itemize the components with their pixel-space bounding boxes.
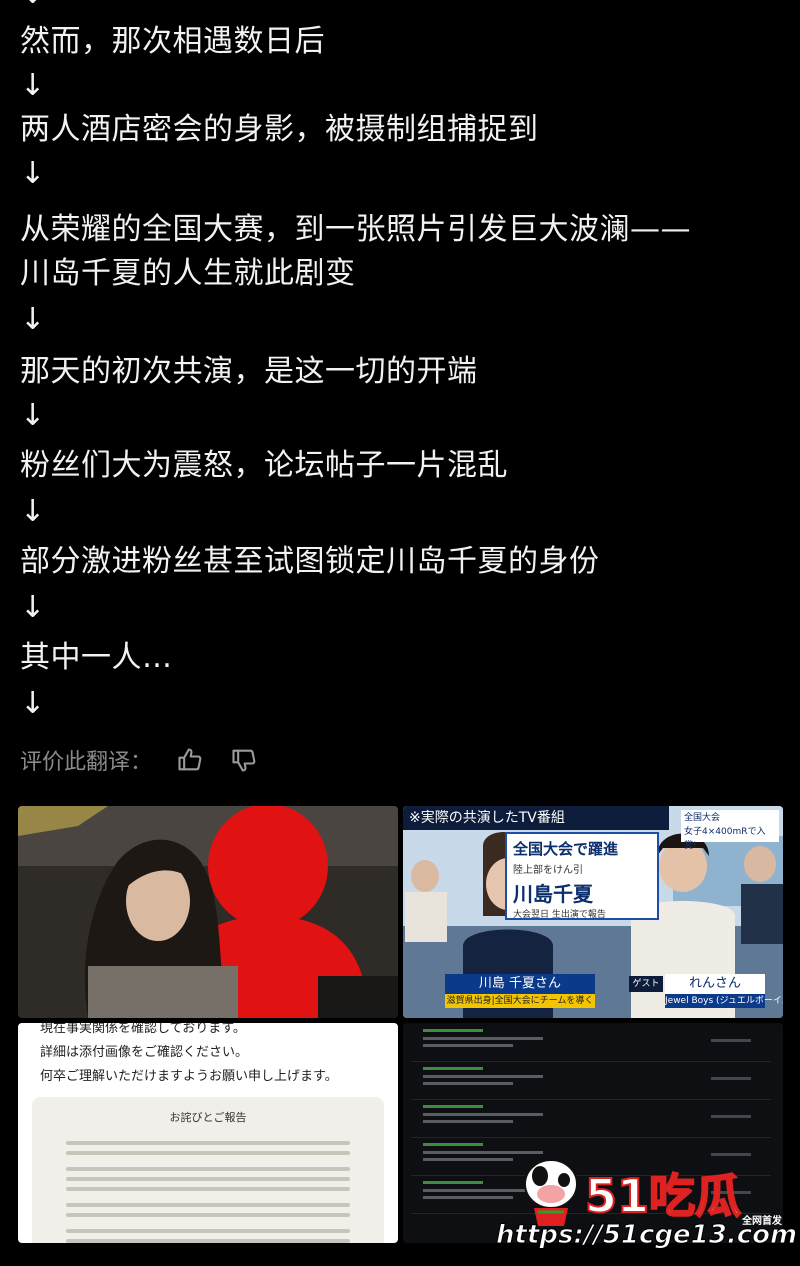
post-page: ↓ 然而，那次相遇数日后 ↓ 两人酒店密会的身影，被摄制组捕捉到 ↓ 从荣耀的全… — [0, 0, 800, 1266]
forum-post-stats — [711, 1077, 751, 1080]
arrow-7: ↓ — [20, 686, 46, 721]
letter-text-line — [66, 1213, 350, 1217]
letter-text-line — [66, 1177, 350, 1181]
forum-post-text — [423, 1196, 513, 1199]
text-line-1: 然而，那次相遇数日后 — [20, 24, 325, 59]
tv-title-line2: 陸上部をけん引 — [513, 865, 583, 876]
text-line-2: 两人酒店密会的身影，被摄制组捕捉到 — [20, 112, 539, 147]
statement-line1: 詳細は添付画像をご確認ください。 — [40, 1045, 249, 1060]
tv-caption-athlete: 川島 千夏さん — [445, 974, 595, 994]
forum-post-text — [423, 1120, 513, 1123]
tv-caption-athlete-sub: 滋賀県出身|全国大会にチームを導く — [445, 994, 595, 1008]
image-drama-scene[interactable] — [18, 806, 398, 1018]
arrow-3: ↓ — [20, 302, 46, 337]
apology-letter-title: お詫びとご報告 — [169, 1111, 247, 1124]
forum-post — [411, 1065, 771, 1100]
text-line-7: 部分激进粉丝甚至试图锁定川岛千夏的身份 — [20, 544, 600, 579]
forum-post-text — [423, 1075, 543, 1078]
forum-post-user — [423, 1181, 483, 1184]
tv-title-line1: 全国大会で躍進 — [513, 840, 619, 858]
letter-text-line — [66, 1203, 350, 1207]
apology-letter: お詫びとご報告 — [32, 1097, 384, 1243]
tv-title-line4: 大会翌日 生出演で報告 — [513, 910, 606, 920]
text-line-4: 川岛千夏的人生就此剧变 — [20, 256, 356, 291]
rate-translation-label: 评价此翻译： — [20, 750, 153, 775]
arrow-2: ↓ — [20, 156, 46, 191]
forum-post-stats — [711, 1153, 751, 1156]
tv-topright-line2: 女子4×400mRで入賞! — [684, 827, 766, 851]
statement-line0: 現在事実関係を確認しております。 — [40, 1023, 246, 1036]
arrow-1: ↓ — [20, 68, 46, 103]
forum-post — [411, 1103, 771, 1138]
arrow-top-clipped: ↓ — [20, 0, 46, 14]
forum-post-text — [423, 1113, 543, 1116]
letter-text-line — [66, 1187, 350, 1191]
text-line-3: 从荣耀的全国大赛，到一张照片引发巨大波澜—— — [20, 212, 691, 247]
text-line-6: 粉丝们大为震怒，论坛帖子一片混乱 — [20, 448, 508, 483]
letter-text-line — [66, 1151, 350, 1155]
tv-topright-box: 全国大会 女子4×400mRで入賞! — [681, 810, 779, 851]
image-tv-show[interactable]: ※実際の共演したTV番組 全国大会で躍進 陸上部をけん引 川島千夏 大会翌日 生… — [403, 806, 783, 1018]
letter-text-line — [66, 1239, 350, 1243]
watermark-cow-logo-icon — [520, 1150, 582, 1230]
tv-caption-guest-sub: Jewel Boys (ジュエルボーイズ) — [665, 994, 783, 1008]
image-official-statement[interactable]: 現在事実関係を確認しております。 詳細は添付画像をご確認ください。 何卒ご理解い… — [18, 1023, 398, 1243]
tv-title-box: 全国大会で躍進 陸上部をけん引 川島千夏 大会翌日 生出演で報告 — [505, 832, 659, 920]
forum-post-user — [423, 1029, 483, 1032]
arrow-5: ↓ — [20, 494, 46, 529]
forum-post-text — [423, 1158, 513, 1161]
arrow-6: ↓ — [20, 590, 46, 625]
text-line-8: 其中一人… — [20, 640, 173, 675]
text-line-5: 那天的初次共演，是这一切的开端 — [20, 354, 478, 389]
letter-text-line — [66, 1141, 350, 1145]
forum-post-stats — [711, 1115, 751, 1118]
rate-translation-row: 评价此翻译： — [20, 740, 260, 780]
thumbs-up-icon[interactable] — [174, 744, 206, 776]
arrow-4: ↓ — [20, 398, 46, 433]
forum-post — [411, 1027, 771, 1062]
watermark-logo-text: 51吃瓜 — [584, 1168, 742, 1224]
tv-guest-tag: ゲスト — [629, 976, 663, 992]
tv-banner: ※実際の共演したTV番組 — [403, 806, 669, 830]
forum-post-user — [423, 1105, 483, 1108]
forum-post-text — [423, 1037, 543, 1040]
forum-post-stats — [711, 1039, 751, 1042]
watermark-url: https://51cge13.com — [495, 1220, 798, 1251]
thumbs-down-icon[interactable] — [228, 744, 260, 776]
letter-text-line — [66, 1229, 350, 1233]
forum-post-text — [423, 1082, 513, 1085]
forum-post-text — [423, 1044, 513, 1047]
tv-title-name: 川島千夏 — [513, 882, 593, 906]
letter-text-line — [66, 1167, 350, 1171]
forum-post-user — [423, 1067, 483, 1070]
forum-post-user — [423, 1143, 483, 1146]
statement-line2: 何卒ご理解いただけますようお願い申し上げます。 — [40, 1069, 338, 1084]
tv-topright-line1: 全国大会 — [684, 813, 721, 823]
tv-caption-guest: れんさん — [665, 974, 765, 994]
